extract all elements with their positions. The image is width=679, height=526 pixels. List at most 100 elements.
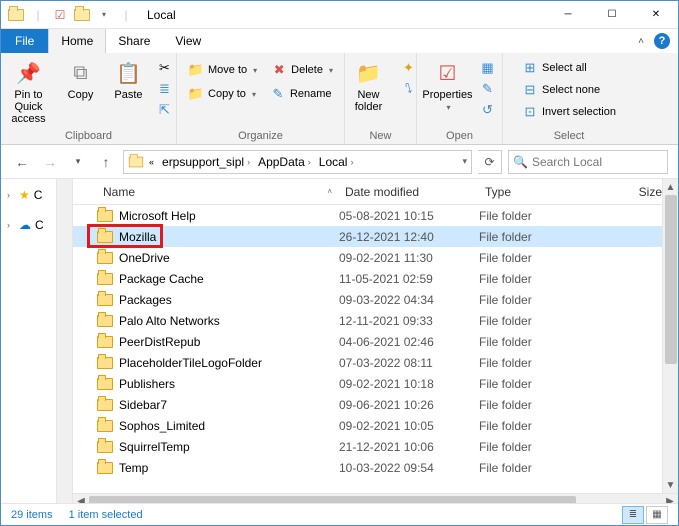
forward-button[interactable]: → <box>39 151 61 173</box>
copy-button[interactable]: ⧉ Copy <box>59 57 103 101</box>
maximize-button[interactable]: ☐ <box>590 1 634 29</box>
tab-file[interactable]: File <box>1 29 48 53</box>
column-date[interactable]: Date modified <box>339 185 479 199</box>
new-folder-button[interactable]: 📁 New folder <box>343 57 395 113</box>
help-icon[interactable]: ? <box>654 33 670 49</box>
table-row[interactable]: Package Cache11-05-2021 02:59File folder <box>73 268 678 289</box>
table-row[interactable]: Mozilla26-12-2021 12:40File folder <box>73 226 678 247</box>
new-folder-icon: 📁 <box>355 59 383 87</box>
table-row[interactable]: SquirrelTemp21-12-2021 10:06File folder <box>73 436 678 457</box>
paste-button[interactable]: 📋 Paste <box>107 57 151 101</box>
folder-icon <box>97 273 113 285</box>
column-name[interactable]: Name˄ <box>97 185 339 199</box>
file-date: 26-12-2021 12:40 <box>339 230 479 244</box>
file-date: 11-05-2021 02:59 <box>339 272 479 286</box>
scroll-thumb[interactable] <box>665 195 677 364</box>
table-row[interactable]: PeerDistRepub04-06-2021 02:46File folder <box>73 331 678 352</box>
table-row[interactable]: Sophos_Limited09-02-2021 10:05File folde… <box>73 415 678 436</box>
crumb-1[interactable]: AppData› <box>255 155 314 169</box>
nav-scrollbar[interactable] <box>56 179 72 509</box>
easy-access-button[interactable]: ⭛ <box>399 80 419 98</box>
select-all-button[interactable]: ⊞Select all <box>520 59 618 77</box>
new-item-button[interactable]: ✦ <box>399 59 419 77</box>
folder-icon <box>97 315 113 327</box>
file-date: 09-02-2021 10:18 <box>339 377 479 391</box>
crumb-2[interactable]: Local› <box>316 155 357 169</box>
crumb-0[interactable]: erpsupport_sipl› <box>159 155 253 169</box>
rename-button[interactable]: ✎Rename <box>268 85 334 103</box>
breadcrumb[interactable]: « erpsupport_sipl› AppData› Local› ▾ <box>123 150 472 174</box>
path-icon: ≣ <box>157 81 173 97</box>
new-folder-label: New folder <box>343 89 395 113</box>
history-button[interactable]: ↺ <box>478 101 498 119</box>
properties-qat-icon[interactable]: ☑ <box>51 6 69 24</box>
folder-icon <box>97 420 113 432</box>
addr-dropdown-icon[interactable]: ▾ <box>462 156 467 167</box>
cut-button[interactable]: ✂ <box>155 59 175 77</box>
scroll-down-button[interactable]: ▼ <box>663 477 678 493</box>
file-list[interactable]: Microsoft Help05-08-2021 10:15File folde… <box>73 205 678 493</box>
move-to-button[interactable]: 📁Move to▾ <box>186 61 259 79</box>
app-folder-icon <box>73 6 91 24</box>
selection-count: 1 item selected <box>69 509 143 521</box>
collapse-ribbon-icon[interactable]: ˄ <box>638 36 644 47</box>
navigation-pane[interactable]: ›★C ›☁C <box>1 179 73 509</box>
folder-icon <box>97 399 113 411</box>
file-name: OneDrive <box>119 251 170 265</box>
group-label-select: Select <box>509 128 629 144</box>
copy-to-button[interactable]: 📁Copy to▾ <box>186 85 258 103</box>
edit-button[interactable]: ✎ <box>478 80 498 98</box>
file-type: File folder <box>479 251 609 265</box>
back-button[interactable]: ← <box>11 151 33 173</box>
file-type: File folder <box>479 419 609 433</box>
file-type: File folder <box>479 356 609 370</box>
select-none-button[interactable]: ⊟Select none <box>520 81 618 99</box>
tab-view[interactable]: View <box>163 29 214 53</box>
folder-icon <box>97 294 113 306</box>
vertical-scrollbar[interactable]: ▲ ▼ <box>662 179 678 493</box>
file-date: 21-12-2021 10:06 <box>339 440 479 454</box>
group-label-clipboard: Clipboard <box>7 128 170 144</box>
close-button[interactable]: ✕ <box>634 1 678 29</box>
pin-label: Pin to Quick access <box>3 89 55 125</box>
up-button[interactable]: ↑ <box>95 151 117 173</box>
copy-icon: ⧉ <box>67 59 95 87</box>
recent-locations-button[interactable]: ▾ <box>67 151 89 173</box>
folder-icon <box>97 336 113 348</box>
file-type: File folder <box>479 314 609 328</box>
paste-shortcut-button[interactable]: ⇱ <box>155 101 175 119</box>
properties-button[interactable]: ☑ Properties ▾ <box>422 57 474 112</box>
pin-quick-access-button[interactable]: 📌 Pin to Quick access <box>3 57 55 125</box>
table-row[interactable]: Publishers09-02-2021 10:18File folder <box>73 373 678 394</box>
table-row[interactable]: Microsoft Help05-08-2021 10:15File folde… <box>73 205 678 226</box>
qat-dropdown-icon[interactable]: ▾ <box>95 6 113 24</box>
column-type[interactable]: Type <box>479 185 609 199</box>
table-row[interactable]: Temp10-03-2022 09:54File folder <box>73 457 678 478</box>
table-row[interactable]: OneDrive09-02-2021 11:30File folder <box>73 247 678 268</box>
address-bar: ← → ▾ ↑ « erpsupport_sipl› AppData› Loca… <box>1 145 678 179</box>
details-view-button[interactable]: ≣ <box>622 506 644 524</box>
properties-label: Properties <box>422 89 472 101</box>
table-row[interactable]: Packages09-03-2022 04:34File folder <box>73 289 678 310</box>
tab-share[interactable]: Share <box>106 29 163 53</box>
table-row[interactable]: PlaceholderTileLogoFolder07-03-2022 08:1… <box>73 352 678 373</box>
table-row[interactable]: Sidebar709-06-2021 10:26File folder <box>73 394 678 415</box>
file-date: 09-02-2021 10:05 <box>339 419 479 433</box>
tab-home[interactable]: Home <box>48 29 106 53</box>
delete-button[interactable]: ✖Delete▾ <box>269 61 335 79</box>
open-button[interactable]: ▦ <box>478 59 498 77</box>
minimize-button[interactable]: ─ <box>546 1 590 29</box>
scroll-up-button[interactable]: ▲ <box>663 179 678 195</box>
table-row[interactable]: Palo Alto Networks12-11-2021 09:33File f… <box>73 310 678 331</box>
column-size[interactable]: Size <box>609 185 669 199</box>
search-input[interactable]: 🔍 Search Local <box>508 150 668 174</box>
copy-path-button[interactable]: ≣ <box>155 80 175 98</box>
icons-view-button[interactable]: ▦ <box>646 506 668 524</box>
invert-selection-button[interactable]: ⊡Invert selection <box>520 103 618 121</box>
file-name: PeerDistRepub <box>119 335 200 349</box>
folder-icon <box>97 378 113 390</box>
refresh-button[interactable]: ⟳ <box>478 150 502 174</box>
file-date: 05-08-2021 10:15 <box>339 209 479 223</box>
pin-icon: 📌 <box>15 59 43 87</box>
file-type: File folder <box>479 272 609 286</box>
